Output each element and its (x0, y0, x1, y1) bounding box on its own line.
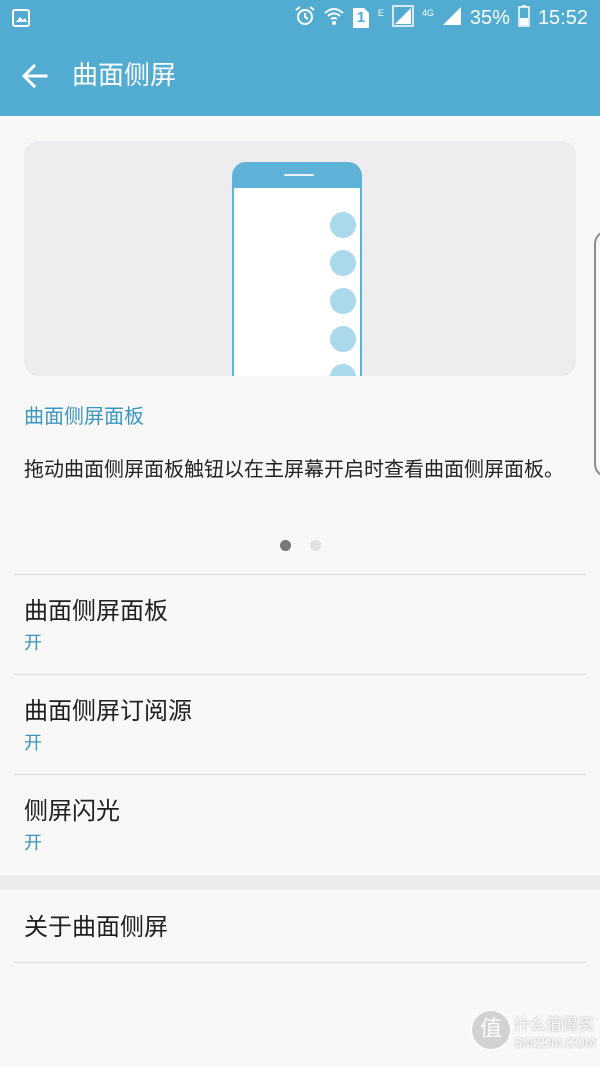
watermark-cn: 什么值得买 (514, 1015, 595, 1034)
sim-slot-label: 1 (356, 9, 366, 26)
sim-1-icon: 1 (352, 7, 370, 29)
setting-status: 开 (24, 633, 42, 654)
intro-description: 拖动曲面侧屏面板触钮以在主屏幕开启时查看曲面侧屏面板。 (24, 457, 564, 481)
alarm-icon (294, 5, 316, 31)
panel-shortcut-icon (330, 288, 356, 314)
watermark-glyph: 值 (470, 1009, 512, 1051)
panel-shortcut-icon (330, 364, 356, 376)
edge-panel-illustration (24, 141, 576, 376)
setting-item-edge-lighting[interactable]: 侧屏闪光 开 (0, 775, 600, 875)
battery-icon (518, 5, 530, 31)
section-separator (0, 875, 600, 890)
signal-icon (442, 6, 462, 30)
setting-title: 侧屏闪光 (24, 797, 120, 825)
phone-illustration (232, 162, 362, 376)
network-type-4g: 4G (421, 8, 434, 18)
watermark-logo: 值 什么值得买 SMZDM.COM (470, 1003, 596, 1059)
status-bar: 1 E 4G 35% 15:52 (0, 0, 600, 36)
page-dot-active[interactable] (280, 540, 291, 551)
watermark-en: SMZDM.COM (514, 1035, 596, 1050)
setting-item-edge-feeds[interactable]: 曲面侧屏订阅源 开 (0, 675, 600, 774)
setting-item-edge-panels[interactable]: 曲面侧屏面板 开 (0, 575, 600, 674)
gallery-icon (12, 9, 30, 31)
edge-panel-handle[interactable] (594, 230, 600, 478)
setting-title: 曲面侧屏面板 (24, 597, 168, 625)
about-edge-screen-item[interactable]: 关于曲面侧屏 (0, 890, 600, 962)
phone-header (234, 164, 360, 188)
signal-icon (392, 5, 414, 31)
battery-percent: 35% (469, 7, 510, 29)
app-bar: 曲面侧屏 (0, 36, 600, 116)
arrow-back-icon (21, 63, 48, 92)
setting-status: 开 (24, 833, 42, 854)
wifi-icon (324, 6, 344, 30)
divider (14, 962, 586, 963)
about-title: 关于曲面侧屏 (24, 913, 168, 941)
network-type-e: E (377, 8, 384, 18)
page-title: 曲面侧屏 (72, 61, 177, 91)
panel-shortcut-icon (330, 250, 356, 276)
intro-caption: 曲面侧屏面板 (24, 404, 144, 428)
page-dot[interactable] (310, 540, 321, 551)
back-button[interactable] (14, 56, 58, 96)
clock: 15:52 (537, 7, 588, 29)
panel-shortcut-icon (330, 212, 356, 238)
page-indicator (280, 540, 321, 551)
setting-status: 开 (24, 733, 42, 754)
panel-shortcut-icon (330, 326, 356, 352)
setting-title: 曲面侧屏订阅源 (24, 697, 192, 725)
